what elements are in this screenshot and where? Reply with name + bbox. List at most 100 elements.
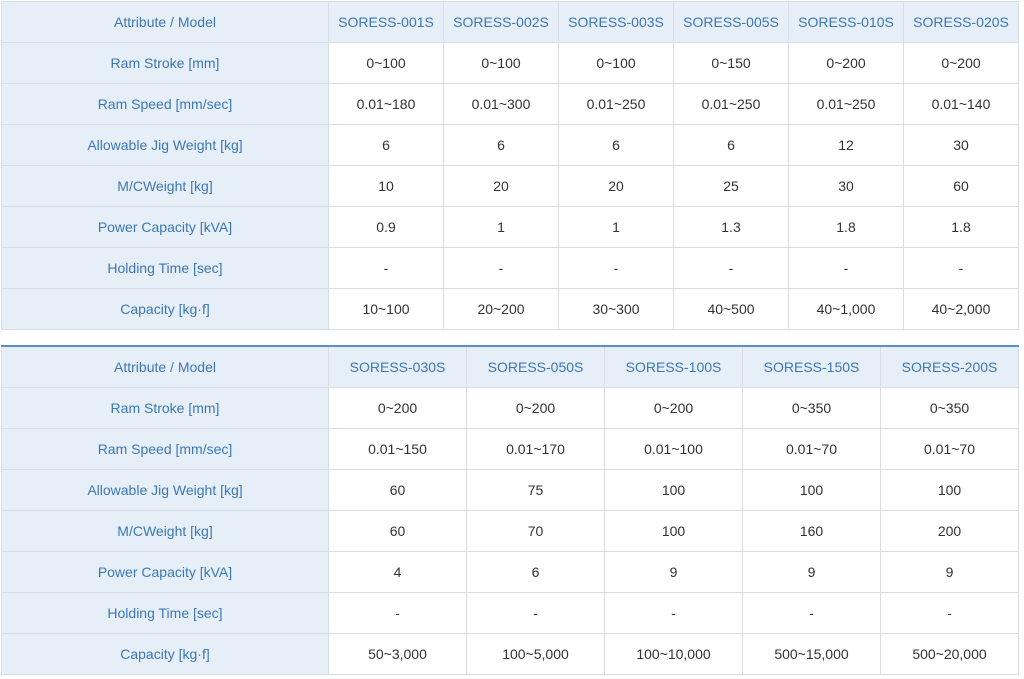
row-label: Ram Speed [mm/sec]: [1, 428, 329, 470]
cell-value: 70: [466, 510, 605, 552]
table-row: Holding Time [sec] - - - - - -: [1, 247, 1019, 289]
table-row: Allowable Jig Weight [kg] 6 6 6 6 12 30: [1, 124, 1019, 166]
cell-value: -: [880, 592, 1019, 634]
cell-value: 20: [443, 165, 559, 207]
row-label: Power Capacity [kVA]: [1, 206, 329, 248]
cell-value: 20~200: [443, 288, 559, 330]
cell-value: 160: [742, 510, 881, 552]
model-header: SORESS-050S: [466, 345, 605, 388]
cell-value: 0~200: [328, 387, 467, 429]
cell-value: 6: [328, 124, 444, 166]
model-header: SORESS-002S: [443, 1, 559, 43]
cell-value: 1.8: [903, 206, 1019, 248]
spec-table-1: Attribute / Model SORESS-001S SORESS-002…: [1, 1, 1019, 330]
cell-value: 0~100: [558, 42, 674, 84]
cell-value: 100: [604, 469, 743, 511]
cell-value: 0.01~300: [443, 83, 559, 125]
cell-value: 200: [880, 510, 1019, 552]
cell-value: 0.01~250: [673, 83, 789, 125]
cell-value: 0~200: [903, 42, 1019, 84]
row-label: M/CWeight [kg]: [1, 510, 329, 552]
cell-value: 60: [328, 469, 467, 511]
cell-value: 100: [604, 510, 743, 552]
cell-value: 0.01~180: [328, 83, 444, 125]
cell-value: 12: [788, 124, 904, 166]
table-row: Ram Stroke [mm] 0~200 0~200 0~200 0~350 0~350: [1, 387, 1019, 429]
cell-value: -: [673, 247, 789, 289]
model-header: SORESS-030S: [328, 345, 467, 388]
cell-value: 4: [328, 551, 467, 593]
cell-value: 0~200: [466, 387, 605, 429]
cell-value: 1: [558, 206, 674, 248]
cell-value: 100: [880, 469, 1019, 511]
table-row: Capacity [kg·f] 10~100 20~200 30~300 40~500 4…: [1, 288, 1019, 330]
cell-value: 60: [903, 165, 1019, 207]
row-label: Ram Stroke [mm]: [1, 387, 329, 429]
table-row: Ram Stroke [mm] 0~100 0~100 0~100 0~150 0~200…: [1, 42, 1019, 84]
cell-value: 30~300: [558, 288, 674, 330]
cell-value: 0~350: [742, 387, 881, 429]
spec-table-2: Attribute / Model SORESS-030S SORESS-050…: [1, 345, 1019, 675]
model-header: SORESS-003S: [558, 1, 674, 43]
cell-value: 25: [673, 165, 789, 207]
cell-value: -: [742, 592, 881, 634]
model-header: SORESS-005S: [673, 1, 789, 43]
cell-value: 6: [673, 124, 789, 166]
cell-value: -: [558, 247, 674, 289]
cell-value: 75: [466, 469, 605, 511]
cell-value: 1.3: [673, 206, 789, 248]
row-label: M/CWeight [kg]: [1, 165, 329, 207]
cell-value: 0.01~250: [558, 83, 674, 125]
cell-value: 0.01~140: [903, 83, 1019, 125]
cell-value: 100~5,000: [466, 633, 605, 675]
table-header-row: Attribute / Model SORESS-001S SORESS-002…: [1, 1, 1019, 43]
table-row: Power Capacity [kVA] 4 6 9 9 9: [1, 551, 1019, 593]
cell-value: 0~200: [604, 387, 743, 429]
cell-value: 100~10,000: [604, 633, 743, 675]
cell-value: 0~100: [328, 42, 444, 84]
cell-value: 9: [742, 551, 881, 593]
cell-value: 0.01~170: [466, 428, 605, 470]
cell-value: 9: [880, 551, 1019, 593]
cell-value: 40~500: [673, 288, 789, 330]
cell-value: -: [604, 592, 743, 634]
model-header: SORESS-020S: [903, 1, 1019, 43]
cell-value: 6: [558, 124, 674, 166]
table-row: Holding Time [sec] - - - - -: [1, 592, 1019, 634]
cell-value: 0~100: [443, 42, 559, 84]
cell-value: -: [466, 592, 605, 634]
model-header: SORESS-010S: [788, 1, 904, 43]
table-body: Ram Stroke [mm] 0~200 0~200 0~200 0~350 0~350…: [1, 387, 1019, 675]
cell-value: 0.01~250: [788, 83, 904, 125]
row-label: Ram Stroke [mm]: [1, 42, 329, 84]
cell-value: 500~20,000: [880, 633, 1019, 675]
table-row: M/CWeight [kg] 60 70 100 160 200: [1, 510, 1019, 552]
cell-value: 30: [788, 165, 904, 207]
cell-value: 0~350: [880, 387, 1019, 429]
row-label: Allowable Jig Weight [kg]: [1, 124, 329, 166]
cell-value: 60: [328, 510, 467, 552]
cell-value: 0~200: [788, 42, 904, 84]
cell-value: 10: [328, 165, 444, 207]
model-header: SORESS-100S: [604, 345, 743, 388]
cell-value: 10~100: [328, 288, 444, 330]
cell-value: 6: [443, 124, 559, 166]
cell-value: 30: [903, 124, 1019, 166]
cell-value: -: [443, 247, 559, 289]
row-label: Capacity [kg·f]: [1, 288, 329, 330]
table-body: Ram Stroke [mm] 0~100 0~100 0~100 0~150 0~200…: [1, 42, 1019, 330]
attribute-model-header: Attribute / Model: [1, 345, 329, 388]
row-label: Allowable Jig Weight [kg]: [1, 469, 329, 511]
cell-value: 40~2,000: [903, 288, 1019, 330]
table-row: Ram Speed [mm/sec] 0.01~180 0.01~300 0.01~2…: [1, 83, 1019, 125]
cell-value: 40~1,000: [788, 288, 904, 330]
attribute-model-header: Attribute / Model: [1, 1, 329, 43]
table-row: Power Capacity [kVA] 0.9 1 1 1.3 1.8 1.8: [1, 206, 1019, 248]
cell-value: 50~3,000: [328, 633, 467, 675]
model-header: SORESS-001S: [328, 1, 444, 43]
model-header: SORESS-150S: [742, 345, 881, 388]
table-row: Allowable Jig Weight [kg] 60 75 100 100 100: [1, 469, 1019, 511]
cell-value: 1: [443, 206, 559, 248]
cell-value: 0.01~100: [604, 428, 743, 470]
row-label: Holding Time [sec]: [1, 247, 329, 289]
